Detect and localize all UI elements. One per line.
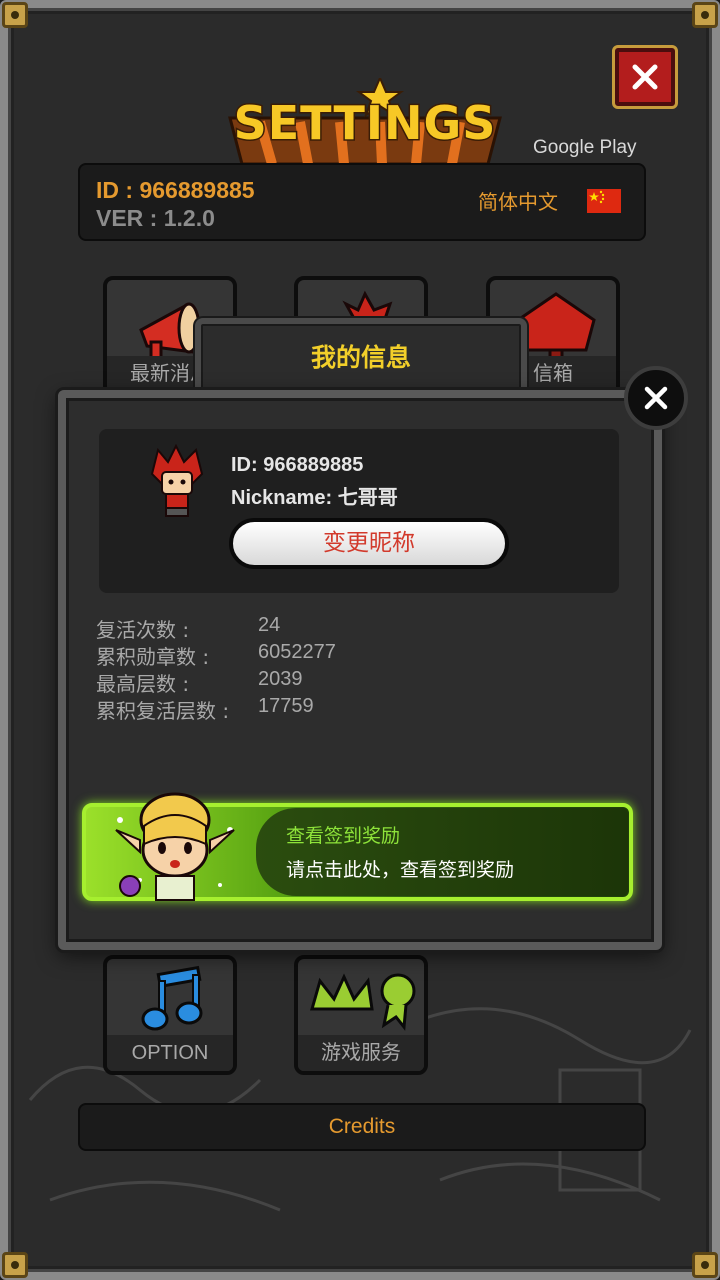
china-flag-icon[interactable] — [587, 189, 621, 213]
stat-label: 累积勋章数 : — [96, 645, 210, 669]
profile-nickname: Nickname: 七哥哥 — [231, 487, 398, 509]
tile-label: OPTION — [107, 1035, 233, 1071]
stat-value: 2039 — [258, 668, 303, 690]
stat-value: 6052277 — [258, 641, 336, 663]
version-label: VER : 1.2.0 — [96, 205, 215, 231]
close-icon — [632, 64, 658, 90]
change-nickname-button[interactable]: 变更昵称 — [229, 518, 509, 569]
frame-corner-rivet — [692, 2, 718, 28]
close-modal-button[interactable] — [624, 366, 688, 430]
settings-logo: SETTINGS — [220, 78, 510, 168]
tile-label: 游戏服务 — [298, 1035, 424, 1071]
google-play-label[interactable]: Google Play — [533, 137, 637, 159]
language-selector[interactable]: 简体中文 — [478, 186, 558, 215]
frame-corner-rivet — [2, 2, 28, 28]
settings-title: SETTINGS — [232, 95, 497, 152]
stat-label: 累积复活层数 : — [96, 699, 230, 723]
close-settings-button[interactable] — [612, 45, 678, 109]
stat-value: 17759 — [258, 695, 314, 717]
stat-label: 复活次数 : — [96, 618, 190, 642]
tile-game-service[interactable]: 游戏服务 — [294, 955, 428, 1075]
close-icon — [644, 386, 668, 410]
profile-id: ID: 966889885 — [231, 454, 364, 476]
avatar — [150, 444, 204, 517]
tile-option[interactable]: OPTION — [103, 955, 237, 1075]
banner-subtitle: 请点击此处，查看签到奖励 — [286, 859, 515, 881]
credits-button[interactable]: Credits — [78, 1103, 646, 1151]
elf-character-icon — [115, 792, 235, 901]
stat-value: 24 — [258, 614, 281, 636]
modal-title: 我的信息 — [310, 343, 411, 372]
banner-title: 查看签到奖励 — [286, 825, 401, 847]
stat-label: 最高层数 : — [96, 672, 190, 696]
account-id: ID : 966889885 — [96, 177, 255, 203]
